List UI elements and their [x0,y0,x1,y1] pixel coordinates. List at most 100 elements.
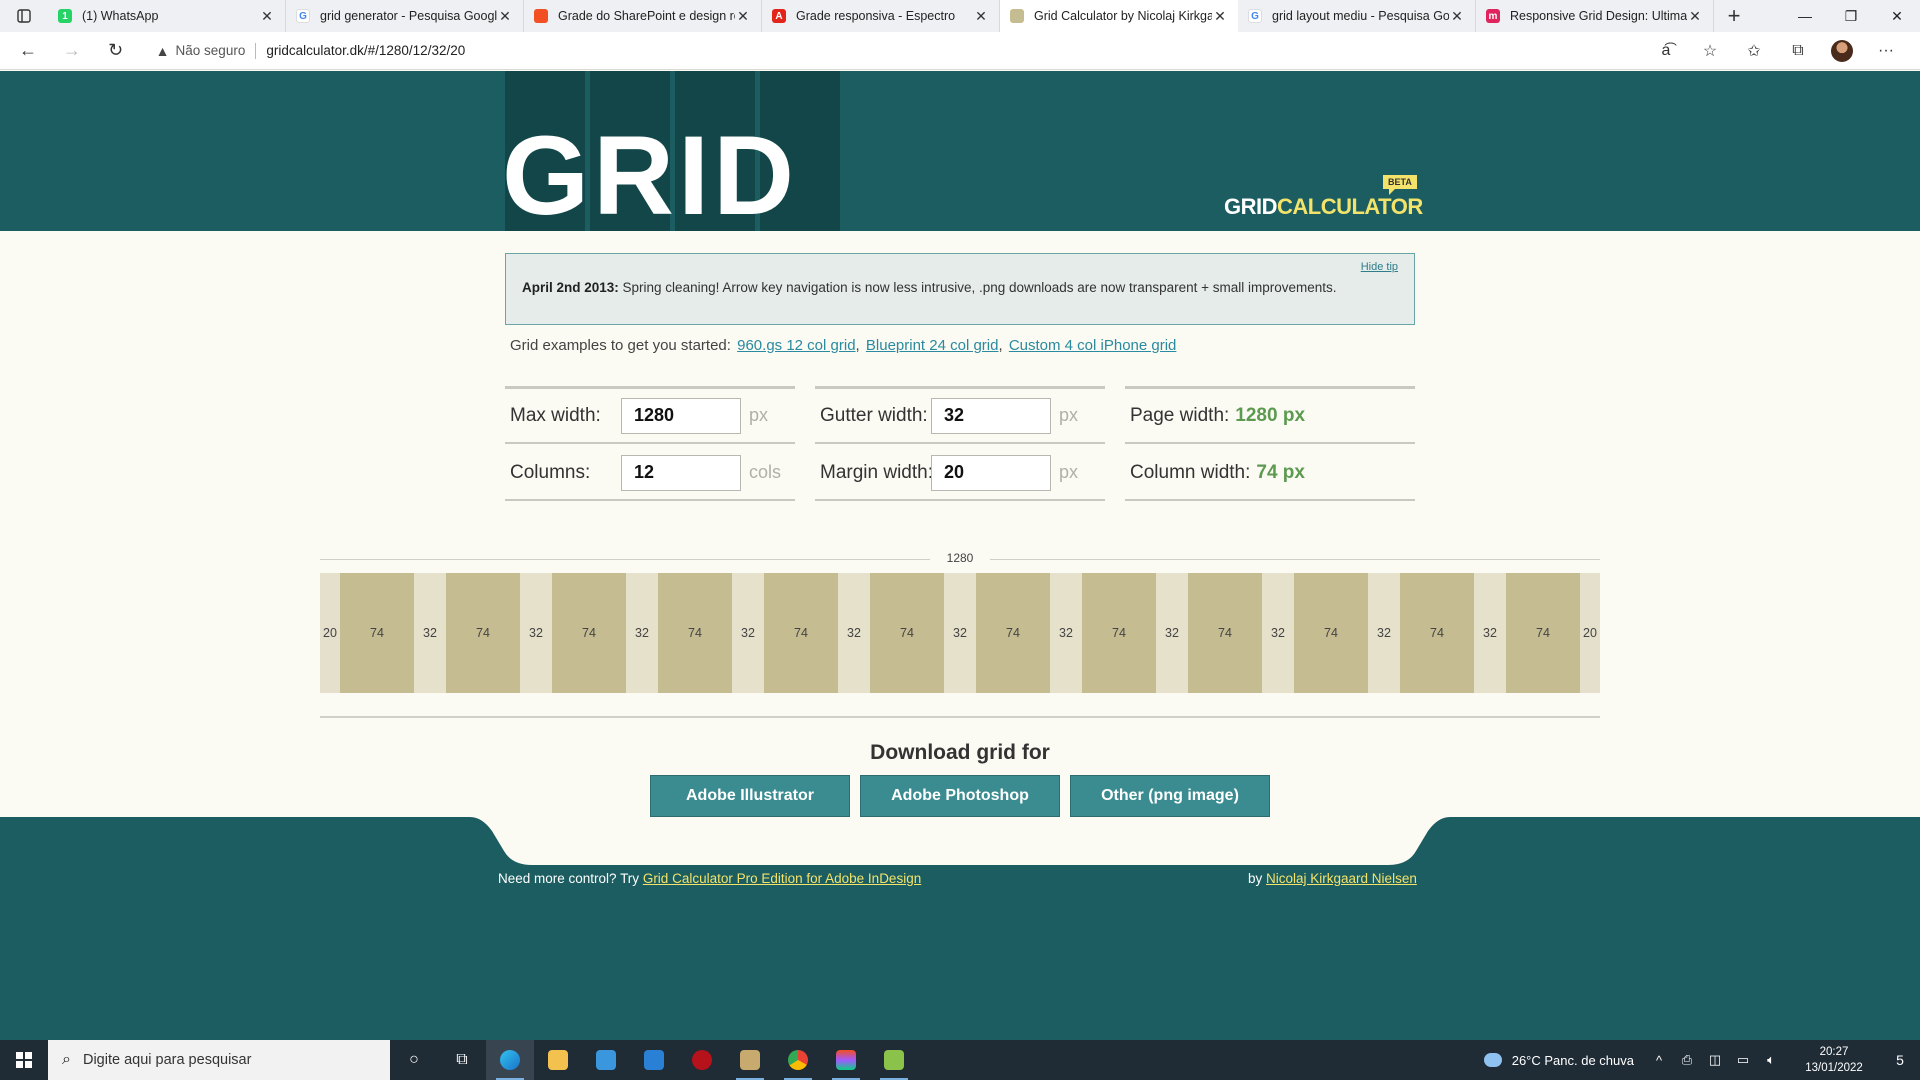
browser-tab[interactable]: m Responsive Grid Design: Ultimat ✕ [1476,0,1714,32]
clock-date: 13/01/2022 [1805,1062,1863,1074]
volume-icon[interactable]: 🔈︎ [1760,1052,1782,1068]
cortana-icon[interactable]: ○ [390,1040,438,1080]
tab-favicon-icon: G [1248,9,1262,23]
reload-icon[interactable]: ↻ [94,32,138,70]
more-icon[interactable]: ··· [1864,42,1908,60]
clock[interactable]: 20:27 13/01/2022 [1794,1044,1874,1076]
app-red-icon[interactable] [678,1040,726,1080]
edge-icon[interactable] [486,1040,534,1080]
tab-close-icon[interactable]: ✕ [1687,8,1703,25]
security-label: Não seguro [175,43,246,58]
example-link-960gs[interactable]: 960.gs 12 col grid [737,337,855,354]
tab-close-icon[interactable]: ✕ [259,8,275,25]
tab-close-icon[interactable]: ✕ [497,8,513,25]
tab-close-icon[interactable]: ✕ [1449,8,1465,25]
minimize-icon[interactable]: — [1782,0,1828,32]
tip-message: April 2nd 2013: Spring cleaning! Arrow k… [522,280,1337,295]
tip-text: Spring cleaning! Arrow key navigation is… [618,280,1337,295]
store-icon[interactable] [582,1040,630,1080]
footer-author-text: by Nicolaj Kirkgaard Nielsen [1248,871,1417,886]
printer-icon[interactable]: ⎙ [1676,1052,1698,1068]
windows-start-icon[interactable] [0,1040,48,1080]
max-width-label: Max width: [510,404,601,426]
browser-tab[interactable]: Grid Calculator by Nicolaj Kirkga ✕ [1000,0,1238,32]
browser-tab[interactable]: 1 (1) WhatsApp ✕ [48,0,286,32]
page-width-value: 1280 px [1235,404,1306,426]
notification-icon[interactable]: 5 [1880,1052,1920,1068]
example-link-blueprint[interactable]: Blueprint 24 col grid [866,337,999,354]
tab-close-icon[interactable]: ✕ [973,8,989,25]
footer-pro-text: Need more control? Try Grid Calculator P… [498,871,921,886]
notification-count: 5 [1896,1052,1904,1068]
back-icon[interactable]: ← [6,32,50,70]
add-favorite-icon[interactable]: ☆ [1688,41,1732,61]
download-illustrator-button[interactable]: Adobe Illustrator [650,775,850,817]
max-width-input[interactable] [621,397,741,434]
download-photoshop-button[interactable]: Adobe Photoshop [860,775,1060,817]
grid-logo[interactable]: GRID [502,111,798,240]
collections-icon[interactable]: ⧉ [1776,42,1820,60]
grid-column: 74 [1188,573,1262,693]
margin-width-input[interactable] [931,454,1051,491]
browser-tab[interactable]: Ggrid layout mediu - Pesquisa Go ✕ [1238,0,1476,32]
tab-actions-icon[interactable] [0,0,48,32]
gutter-width-row: Gutter width: px [815,389,1105,444]
weather-widget[interactable]: 26°C Panc. de chuva [1483,1053,1634,1068]
url-text[interactable]: gridcalculator.dk/#/1280/12/32/20 [266,43,465,58]
ruler-line-left [320,559,930,560]
taskbar-search[interactable]: ⌕ Digite aqui para pesquisar [48,1040,390,1080]
sheet-app-icon[interactable] [870,1040,918,1080]
league-icon[interactable] [726,1040,774,1080]
page: GRID BETA GRIDCALCULATOR Hide tip April … [0,71,1920,1041]
browser-tab[interactable]: A Grade responsiva - Espectro ✕ [762,0,1000,32]
tab-title: Grade do SharePoint e design re [558,9,735,23]
calc-column-left: Max width: px Columns: cols [505,386,795,501]
footer-author-link[interactable]: Nicolaj Kirkgaard Nielsen [1266,871,1417,886]
warning-icon: ▲ [155,42,170,59]
url-box[interactable]: ▲ Não seguro gridcalculator.dk/#/1280/12… [148,36,1644,66]
tab-close-icon[interactable]: ✕ [735,8,751,25]
tab-favicon-icon: m [1486,9,1500,23]
grid-column: 74 [1082,573,1156,693]
columns-input[interactable] [621,454,741,491]
download-png-button[interactable]: Other (png image) [1070,775,1270,817]
grid-gutter: 32 [1050,573,1082,693]
clock-time: 20:27 [1819,1046,1849,1058]
new-tab-button[interactable]: + [1714,0,1754,32]
close-window-icon[interactable]: ✕ [1874,0,1920,32]
forward-icon[interactable]: → [50,32,94,70]
hide-tip-link[interactable]: Hide tip [1361,261,1398,273]
browser-tab[interactable]: Ggrid generator - Pesquisa Googl ✕ [286,0,524,32]
meet-now-icon[interactable]: ◫ [1704,1052,1726,1068]
gutter-width-input[interactable] [931,397,1051,434]
address-bar: ← → ↻ ▲ Não seguro gridcalculator.dk/#/1… [0,32,1920,70]
task-view-icon[interactable]: ⧉ [438,1040,486,1080]
column-width-value: 74 px [1256,461,1305,483]
footer-pro-link[interactable]: Grid Calculator Pro Edition for Adobe In… [643,871,921,886]
brand-word-grid: GRID [1224,194,1278,219]
grid-gutter: 32 [732,573,764,693]
favorites-icon[interactable]: ✩ [1732,41,1776,61]
grid-examples: Grid examples to get you started: 960.gs… [510,337,1177,354]
chevron-up-icon[interactable]: ^ [1648,1053,1670,1068]
restore-icon[interactable]: ❐ [1828,0,1874,32]
grid-gutter: 32 [520,573,552,693]
browser-tab[interactable]: Grade do SharePoint e design re ✕ [524,0,762,32]
grid-column: 74 [340,573,414,693]
figma-icon[interactable] [822,1040,870,1080]
columns-unit: cols [749,462,782,482]
example-link-iphone[interactable]: Custom 4 col iPhone grid [1009,337,1177,354]
tab-close-icon[interactable]: ✕ [1212,8,1228,25]
column-width-label: Column width: [1130,461,1251,483]
browser-tab-bar: 1 (1) WhatsApp ✕ Ggrid generator - Pesquisa… [0,0,1920,32]
tab-title: grid layout mediu - Pesquisa Go [1272,9,1449,23]
read-aloud-icon[interactable]: a͡ [1644,42,1688,60]
network-icon[interactable]: ▭ [1732,1052,1754,1068]
grid-preview: 20 74 32 74 32 74 32 74 32 74 32 74 32 74 32 74 32 74 32 74… [320,573,1600,693]
page-width-row: Page width: 1280 px [1125,389,1415,444]
file-explorer-icon[interactable] [534,1040,582,1080]
chrome-icon[interactable] [774,1040,822,1080]
tip-box: Hide tip April 2nd 2013: Spring cleaning… [505,253,1415,325]
mail-icon[interactable] [630,1040,678,1080]
profile-avatar[interactable] [1820,39,1864,62]
